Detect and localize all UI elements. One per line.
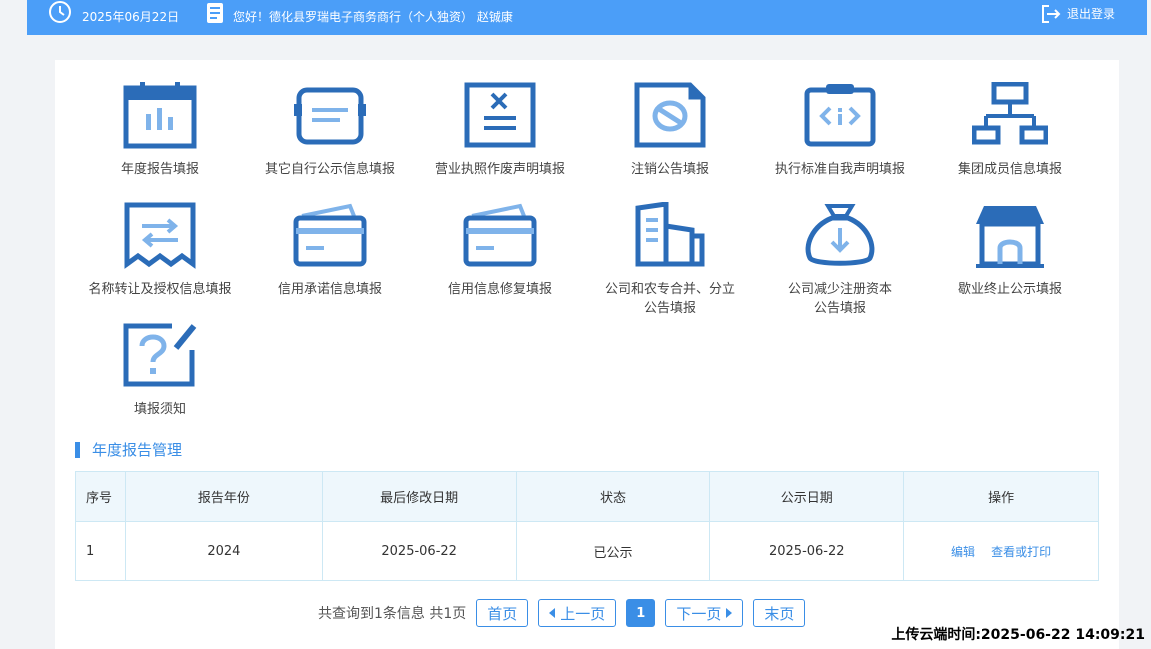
prev-page-label: 上一页: [560, 604, 606, 623]
cell-published: 2025-06-22: [709, 521, 905, 581]
tile-label: 年度报告填报: [120, 162, 199, 177]
current-page-label: 1: [636, 605, 646, 621]
triangle-left-icon: [549, 608, 556, 618]
col-header: 报告年份: [124, 471, 323, 522]
message-board-icon: [294, 87, 366, 145]
tile-other-disclosure[interactable]: 其它自行公示信息填报: [245, 82, 415, 179]
col-header: 状态: [515, 471, 711, 522]
view-print-link[interactable]: 查看或打印: [991, 545, 1051, 559]
tile-label: 集团成员信息填报: [957, 162, 1062, 177]
current-page-button[interactable]: 1: [626, 599, 656, 627]
next-page-label: 下一页: [676, 604, 722, 623]
last-page-label: 末页: [764, 604, 795, 623]
money-bag-down-icon: [805, 204, 875, 266]
cell-year: 2024: [124, 521, 323, 581]
clock-icon: [49, 1, 71, 23]
pagination: 共查询到1条信息 共1页 首页 上一页 1 下一页 末页: [318, 599, 815, 627]
id-card-icon: [207, 3, 223, 23]
edit-link[interactable]: 编辑: [951, 545, 975, 559]
tile-group-members[interactable]: 集团成员信息填报: [925, 82, 1095, 179]
upload-timestamp: 上传云端时间:2025-06-22 14:09:21: [891, 627, 1145, 643]
org-tree-icon: [972, 82, 1048, 145]
tile-label: 公司和农专合并、分立 公告填报: [585, 280, 755, 318]
tile-business-termination[interactable]: 歇业终止公示填报: [925, 202, 1095, 299]
table-row: 1 2024 2025-06-22 已公示 2025-06-22 编辑 查看或打…: [75, 521, 1099, 581]
calendar-chart-icon: [123, 82, 197, 149]
top-bar: 2025年06月22日 您好！德化县罗瑞电子商务商行（个人独资） 赵铖康 退出登…: [27, 0, 1147, 35]
col-header: 最后修改日期: [321, 471, 517, 522]
tile-label: 执行标准自我声明填报: [774, 162, 905, 177]
clipboard-code-icon: [804, 84, 876, 147]
transfer-receipt-icon: [124, 202, 196, 269]
first-page-button[interactable]: 首页: [476, 599, 529, 627]
tile-credit-repair[interactable]: 信用信息修复填报: [415, 202, 585, 299]
col-header: 公示日期: [709, 471, 905, 522]
forbidden-document-icon: [634, 82, 706, 148]
next-page-button[interactable]: 下一页: [665, 599, 744, 627]
tile-capital-reduction[interactable]: 公司减少注册资本 公告填报: [755, 202, 925, 318]
tile-label: 信用承诺信息填报: [277, 282, 382, 297]
tile-label: 填报须知: [133, 402, 186, 417]
last-page-button[interactable]: 末页: [753, 599, 806, 627]
tile-standard-declaration[interactable]: 执行标准自我声明填报: [755, 82, 925, 179]
current-date: 2025年06月22日: [82, 10, 180, 24]
tile-label: 公司减少注册资本 公告填报: [755, 280, 925, 318]
tile-credit-commitment[interactable]: 信用承诺信息填报: [245, 202, 415, 299]
tile-label: 歇业终止公示填报: [957, 282, 1062, 297]
tile-filing-instructions[interactable]: 填报须知: [75, 322, 245, 419]
store-closed-icon: [976, 206, 1044, 268]
main-panel: 年度报告填报 其它自行公示信息填报 营业执照作废声明填报 注销公告填报 执行标准…: [55, 60, 1119, 649]
tile-label: 注销公告填报: [630, 162, 709, 177]
tile-annual-report[interactable]: 年度报告填报: [75, 82, 245, 179]
table-header-row: 序号 报告年份 最后修改日期 状态 公示日期 操作: [75, 471, 1099, 522]
prev-page-button[interactable]: 上一页: [538, 599, 617, 627]
buildings-icon: [635, 202, 705, 267]
tile-label: 名称转让及授权信息填报: [88, 282, 232, 297]
section-title: 年度报告管理: [75, 442, 182, 458]
user-greeting: 您好！德化县罗瑞电子商务商行（个人独资） 赵铖康: [233, 10, 513, 24]
tile-label: 其它自行公示信息填报: [264, 162, 395, 177]
tile-label-line2: 公告填报: [643, 301, 696, 316]
credit-card-icon: [293, 203, 367, 267]
tile-label-line2: 公告填报: [813, 301, 866, 316]
triangle-right-icon: [726, 608, 733, 618]
pagination-total: 共查询到1条信息 共1页: [318, 606, 467, 622]
logout-icon: [1042, 5, 1061, 23]
first-page-label: 首页: [487, 604, 518, 623]
question-edit-icon: [123, 323, 197, 387]
logout-label: 退出登录: [1067, 7, 1116, 21]
logout-button[interactable]: 退出登录: [1041, 3, 1115, 25]
tile-label: 信用信息修复填报: [447, 282, 552, 297]
cell-actions: 编辑 查看或打印: [903, 521, 1099, 581]
tile-deregistration[interactable]: 注销公告填报: [585, 82, 755, 179]
cell-modified: 2025-06-22: [321, 521, 517, 581]
col-header: 操作: [903, 471, 1099, 522]
tile-label: 营业执照作废声明填报: [434, 162, 565, 177]
cell-index: 1: [75, 521, 126, 581]
col-header: 序号: [75, 471, 126, 522]
annual-report-table: 序号 报告年份 最后修改日期 状态 公示日期 操作 1 2024 2025-06…: [75, 471, 1099, 581]
cell-status: 已公示: [515, 521, 711, 581]
license-cancel-icon: [464, 82, 536, 148]
credit-card-repair-icon: [463, 203, 537, 267]
tile-label-line1: 公司和农专合并、分立: [604, 282, 735, 297]
tile-label-line1: 公司减少注册资本: [787, 282, 892, 297]
tile-license-void[interactable]: 营业执照作废声明填报: [415, 82, 585, 179]
tile-merger-split[interactable]: 公司和农专合并、分立 公告填报: [585, 202, 755, 318]
tile-name-transfer[interactable]: 名称转让及授权信息填报: [75, 202, 245, 299]
